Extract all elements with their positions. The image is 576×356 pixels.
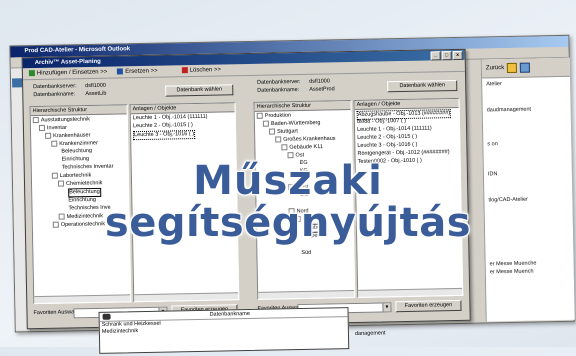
list-item[interactable]: Leuchte 1 - Obj.-1014 (111111) — [133, 114, 208, 122]
select-db-button[interactable]: Datenbank wählen — [165, 84, 234, 97]
chevron-down-icon[interactable]: ▼ — [382, 303, 391, 312]
tree-node[interactable]: Baden-Württemberg — [262, 120, 321, 129]
expand-icon[interactable] — [262, 120, 269, 127]
tree-header: Hierarchische Struktur — [254, 101, 351, 112]
list-item[interactable]: Leuchte 2 - Obj.-1015 ( ) — [133, 122, 193, 130]
panel-line: s on — [487, 141, 498, 148]
horizontal-scrollbar[interactable] — [134, 292, 239, 302]
tree-node[interactable]: Krankenhäuser — [45, 132, 90, 140]
headline-line-1: Műszaki — [193, 158, 383, 204]
dialog-title: Archiv™ Asset-Planing — [34, 58, 101, 67]
list-header: Anlagen / Objekte — [130, 103, 235, 115]
list-item[interactable]: dsf88 - Obj.-1007 ( ) — [357, 118, 406, 126]
arrow-icon — [117, 68, 124, 75]
delete-label: Löschen >> — [189, 67, 222, 74]
expand-icon[interactable] — [51, 140, 58, 147]
source-db-info: Datenbankserver: dsfl1000 Datenbankname:… — [27, 78, 237, 104]
tree-node[interactable]: Süd — [301, 250, 311, 257]
panel-line: er Messe Muenche — [489, 260, 537, 268]
back-button[interactable]: Zurück — [486, 65, 504, 71]
list-item[interactable]: Leuchte 1 - Obj.-1014 (111111) — [357, 125, 432, 133]
horizontal-scrollbar[interactable] — [258, 289, 355, 299]
check-icon — [28, 70, 35, 77]
db-value: AssetProd — [309, 86, 335, 93]
view-icon[interactable] — [520, 62, 531, 73]
list-item-selected[interactable]: Leuchte 3 - Obj.-1016 ( ) — [133, 130, 196, 141]
tree-node-label: Ausstattungstechnik — [40, 116, 91, 124]
tree-node-label: Baden-Württemberg — [270, 120, 321, 128]
tree-node-label: Gebäude K11 — [289, 144, 323, 151]
tree-node[interactable]: Gebäude K11 — [281, 144, 323, 152]
dropdown-header-label: Datenbankname — [209, 310, 250, 318]
list-item[interactable]: Leuchte 3 - Obj.-1016 ( ) — [357, 142, 417, 150]
replace-button[interactable]: Ersetzen >> — [117, 68, 158, 76]
favorites-label: Favoriten Auswahl — [33, 309, 79, 317]
minimize-button[interactable]: _ — [430, 51, 441, 61]
expand-icon[interactable] — [38, 124, 46, 132]
outlook-toolbar: Zurück — [481, 57, 571, 79]
expand-icon[interactable] — [32, 117, 39, 124]
favorites-create-button[interactable]: Favoriten erzeugen — [395, 299, 462, 313]
horizontal-scrollbar[interactable] — [358, 287, 463, 297]
panel-line: daudmanagement — [486, 106, 532, 114]
server-label: Datenbankserver: — [257, 78, 301, 86]
folder-icon[interactable] — [507, 62, 518, 74]
replace-label: Ersetzen >> — [125, 68, 158, 76]
binoculars-icon — [102, 313, 111, 320]
server-value: dsfl1000 — [85, 82, 107, 90]
delete-button[interactable]: Löschen >> — [181, 67, 222, 74]
expand-icon[interactable] — [275, 136, 282, 143]
select-db-button[interactable]: Datenbank wählen — [387, 79, 458, 93]
tree-node-label: Großes Krankenhaus — [283, 135, 336, 143]
list-item[interactable]: Leuchte 2 - Obj.-1015 ( ) — [357, 134, 417, 142]
delete-icon — [181, 67, 188, 74]
tree-node[interactable]: Stuttgart — [269, 128, 298, 136]
db-label: Datenbankname: — [33, 91, 76, 99]
server-value: dsfl1000 — [309, 78, 330, 85]
expand-icon[interactable] — [45, 132, 52, 139]
panel-line: er Messe Muench — [489, 268, 534, 276]
insert-label: Hinzufügen / Einsetzen >> — [36, 69, 108, 77]
expand-icon[interactable] — [256, 112, 263, 119]
tree-header: Hierarchische Struktur — [30, 105, 127, 117]
db-label: Datenbankname: — [257, 87, 300, 94]
tree-node[interactable]: Inventar — [38, 124, 67, 132]
maximize-button[interactable]: □ — [441, 51, 452, 61]
tree-node[interactable]: Produktion — [256, 112, 292, 120]
server-label: Datenbankserver: — [33, 83, 77, 91]
tree-node[interactable]: Großes Krankenhaus — [275, 135, 336, 144]
panel-line: Atelier — [486, 81, 502, 88]
close-button[interactable]: x — [452, 50, 463, 61]
insert-button[interactable]: Hinzufügen / Einsetzen >> — [28, 69, 108, 77]
background-text: danagement — [354, 330, 386, 337]
tree-node[interactable]: Beleuchtung — [61, 148, 92, 156]
tree-node-label: Krankenhäuser — [53, 132, 91, 140]
expand-icon[interactable] — [269, 128, 276, 135]
tree-node-label: Produktion — [264, 112, 292, 120]
tree-node[interactable]: Ausstattungstechnik — [32, 116, 91, 125]
tree-node-label: Inventar — [46, 124, 67, 132]
list-item[interactable]: Röntgengerät - Obj.-1012 (########) — [357, 149, 449, 158]
tree-node-label: Krankenzimmer — [59, 140, 98, 148]
expand-icon[interactable] — [281, 144, 288, 151]
tree-node[interactable]: Krankenzimmer — [51, 140, 98, 148]
horizontal-scrollbar[interactable] — [34, 294, 131, 304]
db-value: AssetLib — [85, 90, 107, 98]
target-db-info: Datenbankserver: dsfl1000 Datenbankname:… — [251, 74, 461, 100]
headline-line-2: segítségnyújtás — [104, 200, 472, 246]
overlay-headline: Műszaki segítségnyújtás — [0, 160, 576, 244]
tree-node-label: Stuttgart — [277, 128, 298, 135]
